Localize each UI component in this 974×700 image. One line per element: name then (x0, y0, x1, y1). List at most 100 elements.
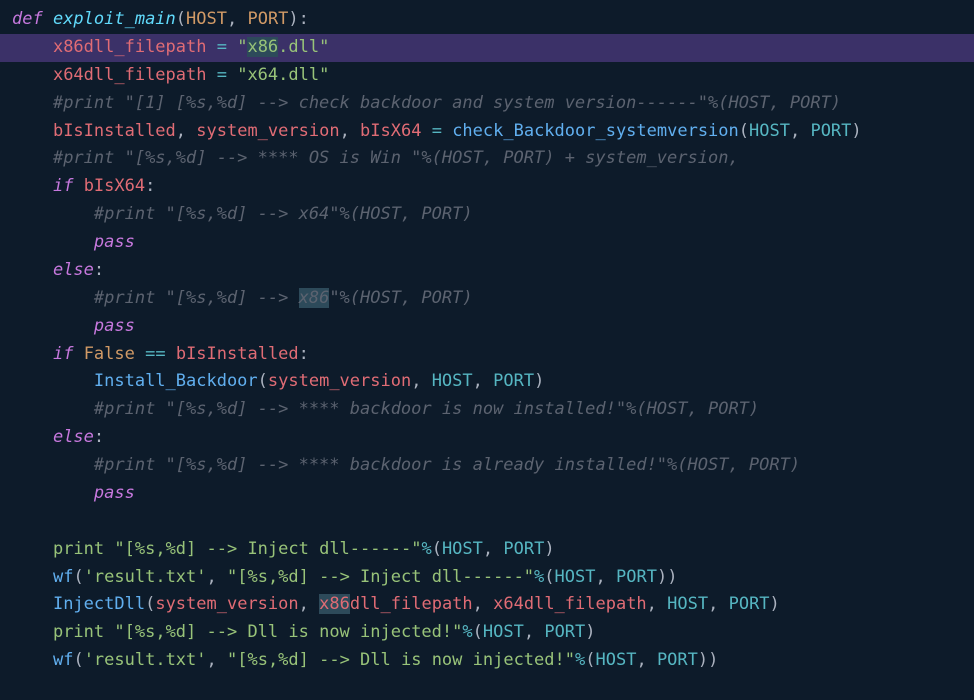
indent (12, 455, 94, 475)
indent (12, 399, 94, 419)
indent (12, 260, 53, 280)
paren-open: ( (73, 567, 83, 587)
op-eq: == (135, 344, 176, 364)
code-line-12[interactable]: pass (0, 313, 974, 341)
code-line-9[interactable]: pass (0, 229, 974, 257)
comma: , (207, 650, 227, 670)
paren-open: ( (145, 594, 155, 614)
code-line-22[interactable]: InjectDll(system_version, x86dll_filepat… (0, 591, 974, 619)
code-line-16[interactable]: else: (0, 424, 974, 452)
string-x86dll: "x86.dll" (237, 37, 329, 57)
arg-host: HOST (555, 567, 596, 587)
var-x64dll: x64dll_filepath (53, 65, 207, 85)
keyword-else: else (53, 260, 94, 280)
code-line-7[interactable]: if bIsX64: (0, 173, 974, 201)
arg-port: PORT (729, 594, 770, 614)
comment: #print "[%s,%d] --> **** OS is Win "%(HO… (53, 148, 739, 168)
paren-close: ) (770, 594, 780, 614)
space (104, 539, 114, 559)
arg-host: HOST (667, 594, 708, 614)
comma: , (524, 622, 544, 642)
arg-port: PORT (810, 121, 851, 141)
code-line-6[interactable]: #print "[%s,%d] --> **** OS is Win "%(HO… (0, 145, 974, 173)
code-line-23[interactable]: print "[%s,%d] --> Dll is now injected!"… (0, 619, 974, 647)
indent (12, 427, 53, 447)
code-line-1[interactable]: def exploit_main(HOST, PORT): (0, 6, 974, 34)
arg-systemversion: system_version (268, 371, 411, 391)
call-wf: wf (53, 650, 73, 670)
keyword-pass: pass (94, 232, 135, 252)
indent (12, 371, 94, 391)
string-dllinjected: "[%s,%d] --> Dll is now injected!" (227, 650, 575, 670)
arg-port: PORT (657, 650, 698, 670)
indent (12, 594, 53, 614)
code-line-21[interactable]: wf('result.txt', "[%s,%d] --> Inject dll… (0, 564, 974, 592)
comma: , (708, 594, 728, 614)
paren-open: ( (73, 650, 83, 670)
paren-close: ) (657, 567, 667, 587)
code-line-8[interactable]: #print "[%s,%d] --> x64"%(HOST, PORT) (0, 201, 974, 229)
code-line-10[interactable]: else: (0, 257, 974, 285)
comma: , (207, 567, 227, 587)
paren-close: ) (698, 650, 708, 670)
keyword-pass: pass (94, 316, 135, 336)
arg-systemversion: system_version (155, 594, 298, 614)
indent (12, 121, 53, 141)
code-line-15[interactable]: #print "[%s,%d] --> **** backdoor is now… (0, 396, 974, 424)
paren-close: ) (288, 9, 298, 29)
code-line-11[interactable]: #print "[%s,%d] --> x86"%(HOST, PORT) (0, 285, 974, 313)
code-line-24[interactable]: wf('result.txt', "[%s,%d] --> Dll is now… (0, 647, 974, 675)
var-bisinstalled: bIsInstalled (53, 121, 176, 141)
blank (12, 511, 22, 531)
paren-open: ( (739, 121, 749, 141)
comma: , (473, 594, 493, 614)
paren-open: ( (432, 539, 442, 559)
code-line-5[interactable]: bIsInstalled, system_version, bIsX64 = c… (0, 118, 974, 146)
var-bisinstalled: bIsInstalled (176, 344, 299, 364)
code-line-14[interactable]: Install_Backdoor(system_version, HOST, P… (0, 368, 974, 396)
indent (12, 232, 94, 252)
comma: , (227, 9, 247, 29)
keyword-if: if (53, 344, 73, 364)
indent (12, 93, 53, 113)
code-line-19-blank[interactable] (0, 508, 974, 536)
arg-host: HOST (749, 121, 790, 141)
code-line-17[interactable]: #print "[%s,%d] --> **** backdoor is alr… (0, 452, 974, 480)
arg-x86dll: x86dll_filepath (319, 594, 473, 614)
indent (12, 65, 53, 85)
indent (12, 148, 53, 168)
arg-port: PORT (493, 371, 534, 391)
comma: , (636, 650, 656, 670)
code-line-4[interactable]: #print "[1] [%s,%d] --> check backdoor a… (0, 90, 974, 118)
code-line-20[interactable]: print "[%s,%d] --> Inject dll------"%(HO… (0, 536, 974, 564)
comment: #print "[%s,%d] --> **** backdoor is now… (94, 399, 759, 419)
paren-open: ( (544, 567, 554, 587)
comment: #print "[%s,%d] --> x86"%(HOST, PORT) (94, 288, 473, 308)
var-x86dll: x86dll_filepath (53, 37, 207, 57)
comment: #print "[%s,%d] --> **** backdoor is alr… (94, 455, 800, 475)
code-line-2-highlighted[interactable]: x86dll_filepath = "x86.dll" (0, 34, 974, 62)
op-assign: = (206, 65, 237, 85)
arg-port: PORT (544, 622, 585, 642)
code-line-18[interactable]: pass (0, 480, 974, 508)
space (73, 344, 83, 364)
colon: : (299, 9, 309, 29)
comma: , (176, 121, 196, 141)
arg-host: HOST (432, 371, 473, 391)
string-x64dll: "x64.dll" (237, 65, 329, 85)
param-port: PORT (247, 9, 288, 29)
op-mod: % (534, 567, 544, 587)
comma: , (411, 371, 431, 391)
paren-close: ) (851, 121, 861, 141)
call-installbackdoor: Install_Backdoor (94, 371, 258, 391)
call-wf: wf (53, 567, 73, 587)
code-line-13[interactable]: if False == bIsInstalled: (0, 341, 974, 369)
paren-open: ( (585, 650, 595, 670)
op-mod: % (575, 650, 585, 670)
indent (12, 650, 53, 670)
arg-host: HOST (596, 650, 637, 670)
string-injectdll: "[%s,%d] --> Inject dll------" (227, 567, 534, 587)
colon: : (299, 344, 309, 364)
code-line-3[interactable]: x64dll_filepath = "x64.dll" (0, 62, 974, 90)
indent (12, 176, 53, 196)
